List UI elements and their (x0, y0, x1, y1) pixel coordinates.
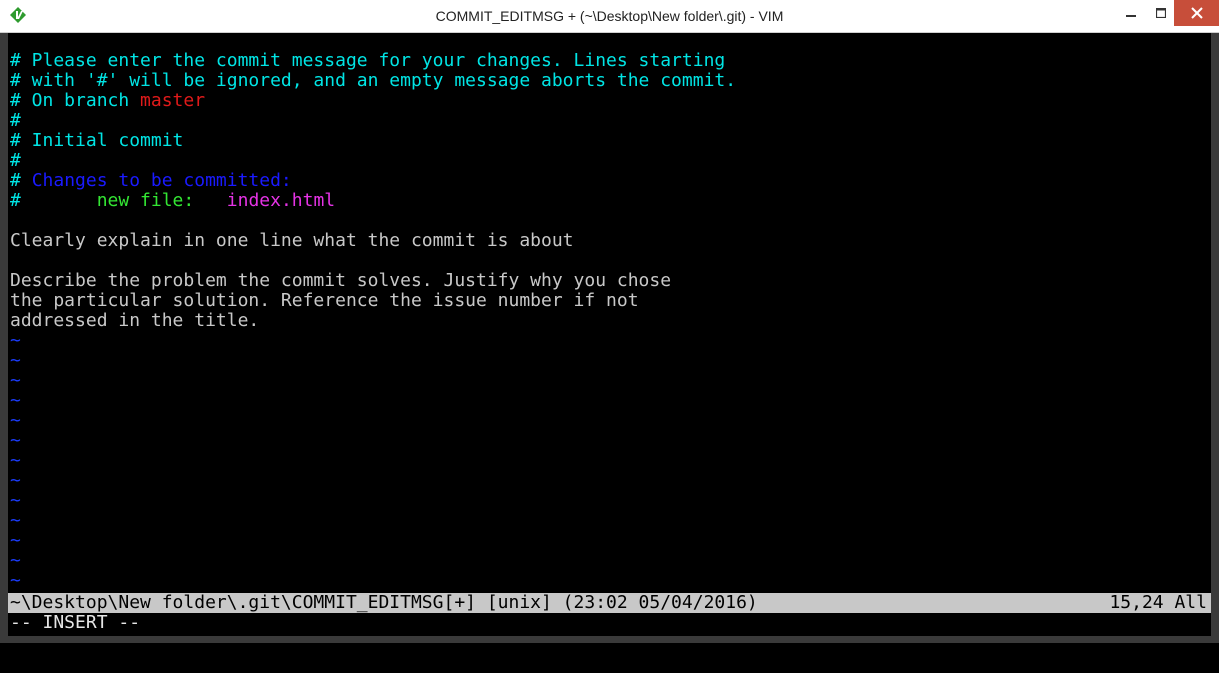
mode-indicator: -- INSERT -- (10, 612, 141, 633)
maximize-button[interactable] (1148, 0, 1174, 26)
branch-prefix: # On branch (10, 90, 141, 111)
empty-line-tilde: ~ (10, 370, 21, 391)
comment-line: # with '#' will be ignored, and an empty… (10, 70, 737, 91)
window-title: COMMIT_EDITMSG + (~\Desktop\New folder\.… (435, 8, 784, 24)
empty-line-tilde: ~ (10, 430, 21, 451)
close-button[interactable] (1174, 0, 1219, 26)
empty-line-tilde: ~ (10, 490, 21, 511)
new-file-line: # new file: index.html (10, 191, 335, 211)
body-line: addressed in the title. (10, 310, 260, 331)
comment-line: # Please enter the commit message for yo… (10, 50, 726, 71)
hash-mark: # (10, 170, 21, 191)
status-file-info: ~\Desktop\New folder\.git\COMMIT_EDITMSG… (10, 592, 758, 613)
empty-line-tilde: ~ (10, 510, 21, 531)
body-line: Describe the problem the commit solves. … (10, 270, 672, 291)
changes-header: Changes to be committed: (31, 170, 292, 191)
comment-line: # Initial commit (10, 130, 184, 151)
empty-line-tilde: ~ (10, 350, 21, 371)
empty-line-tilde: ~ (10, 550, 21, 571)
new-file-label: new file: (96, 190, 195, 211)
status-line: ~\Desktop\New folder\.git\COMMIT_EDITMSG… (8, 593, 1211, 613)
status-cursor-position: 15,24 All (1109, 592, 1207, 613)
close-icon (1190, 7, 1203, 19)
empty-line-tilde: ~ (10, 410, 21, 431)
empty-line-tilde: ~ (10, 450, 21, 471)
empty-line-tilde: ~ (10, 570, 21, 591)
comment-line: # (10, 150, 21, 171)
comment-line: # (10, 110, 21, 131)
maximize-icon (1156, 8, 1166, 18)
body-line: the particular solution. Reference the i… (10, 290, 639, 311)
minimize-icon (1126, 15, 1136, 17)
hash-mark: # (10, 190, 21, 211)
new-file-name: index.html (226, 190, 336, 211)
minimize-button[interactable] (1114, 0, 1148, 26)
empty-line-tilde: ~ (10, 330, 21, 351)
editor-buffer[interactable]: # Please enter the commit message for yo… (8, 33, 1211, 636)
changes-header-line: # Changes to be committed: (10, 171, 292, 191)
empty-line-tilde: ~ (10, 390, 21, 411)
branch-line: # On branch master (10, 91, 205, 111)
branch-name: master (140, 90, 206, 111)
empty-line-tilde: ~ (10, 530, 21, 551)
vim-window: COMMIT_EDITMSG + (~\Desktop\New folder\.… (0, 0, 1219, 643)
summary-line: Clearly explain in one line what the com… (10, 230, 574, 251)
empty-line-tilde: ~ (10, 470, 21, 491)
title-bar[interactable]: COMMIT_EDITMSG + (~\Desktop\New folder\.… (0, 0, 1219, 33)
